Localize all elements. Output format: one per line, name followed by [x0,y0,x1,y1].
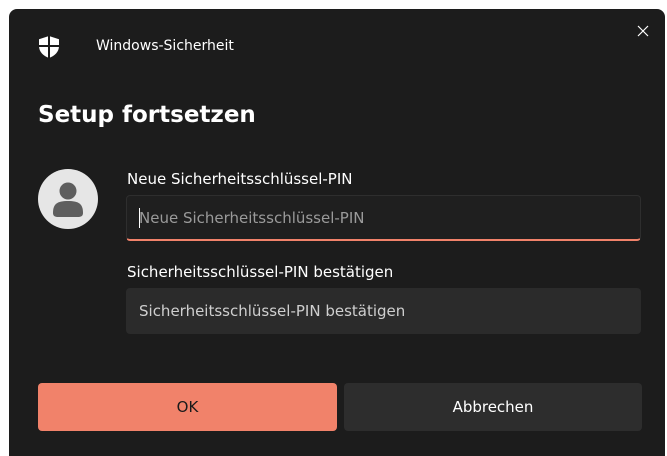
new-pin-label: Neue Sicherheitsschlüssel-PIN [127,170,353,188]
confirm-pin-input-container[interactable] [126,288,641,334]
security-dialog: Windows-Sicherheit Setup fortsetzen Neue… [9,9,665,456]
new-pin-input-container[interactable] [126,195,641,241]
title-bar: Windows-Sicherheit [9,9,665,81]
shield-icon [39,36,59,58]
confirm-pin-label: Sicherheitsschlüssel-PIN bestätigen [127,263,394,281]
ok-button[interactable]: OK [38,383,337,431]
new-pin-input[interactable] [127,196,640,239]
avatar [38,169,98,229]
app-title: Windows-Sicherheit [96,38,234,54]
confirm-pin-input[interactable] [126,288,641,334]
close-icon [637,25,649,37]
text-caret [139,208,140,228]
dialog-heading: Setup fortsetzen [38,102,256,128]
close-button[interactable] [621,9,665,53]
user-icon [53,182,83,217]
cancel-button[interactable]: Abbrechen [344,383,642,431]
